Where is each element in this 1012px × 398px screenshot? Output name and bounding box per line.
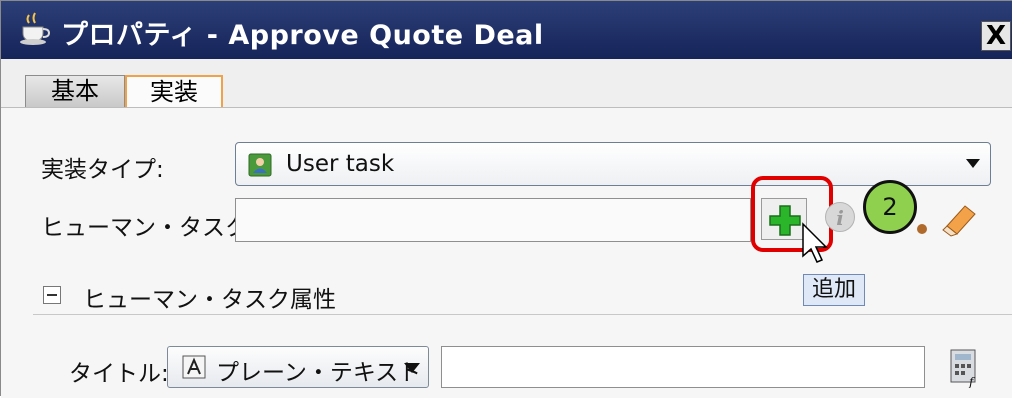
impl-type-select[interactable]: User task [235,142,991,186]
impl-type-label: 実装タイプ: [41,157,164,183]
title-bar: プロパティ - Approve Quote Deal X [1,1,1012,59]
title-input[interactable] [441,346,925,388]
collapse-icon[interactable] [43,286,61,304]
window-title: プロパティ - Approve Quote Deal [61,20,544,51]
title-type-dropdown[interactable]: プレーン・テキスト [167,346,429,388]
tooltip: 追加 [803,274,866,306]
text-format-icon [182,355,206,379]
properties-dialog: プロパティ - Approve Quote Deal X 基本 実装 実装タイプ… [0,0,1012,398]
impl-type-value: User task [286,151,395,177]
coffee-cup-icon [20,12,51,45]
human-task-field[interactable] [235,198,751,242]
mouse-cursor-icon [802,222,828,263]
section-divider [33,314,1012,315]
title-label: タイトル: [69,361,169,387]
tab-implementation[interactable]: 実装 [125,75,223,107]
title-type-value: プレーン・テキスト [216,360,422,386]
close-button[interactable]: X [981,21,1011,51]
dot-icon [917,224,927,234]
calculator-fx-icon[interactable]: f [945,348,985,388]
section-title: ヒューマン・タスク属性 [83,287,336,313]
tab-basic[interactable]: 基本 [25,75,125,107]
human-task-label: ヒューマン・タスク: [41,215,256,241]
chevron-down-icon[interactable] [966,159,980,168]
chevron-down-icon[interactable] [404,363,420,373]
implementation-panel: 実装タイプ: User task ヒューマン・タスク: i 2 追加 ヒューマン… [1,107,1012,398]
eraser-icon[interactable] [939,202,979,238]
tab-bar: 基本 実装 [1,59,1012,107]
user-task-icon [248,153,272,177]
step-badge: 2 [863,180,917,234]
